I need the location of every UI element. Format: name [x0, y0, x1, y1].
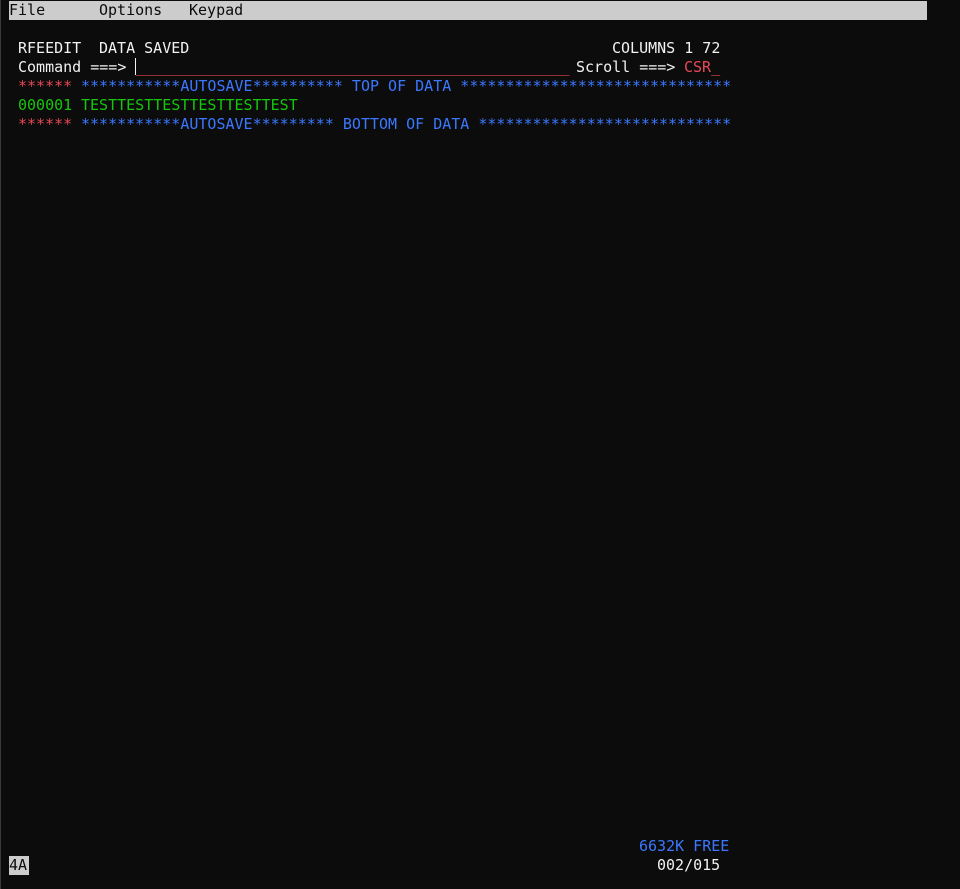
scroll-input[interactable]: CSR_ [684, 58, 720, 77]
bottom-of-data-prefix: ****** [18, 115, 73, 133]
menu-bar: File Options Keypad [9, 1, 927, 20]
top-of-data-prefix: ****** [18, 77, 73, 95]
window-left-border [0, 0, 1, 889]
scroll-label: Scroll ===> [576, 58, 676, 76]
menu-item-keypad[interactable]: Keypad [189, 2, 243, 19]
panel-name: RFEEDIT [18, 39, 82, 57]
command-input[interactable]: ________________________________________… [135, 58, 569, 77]
status-message: DATA SAVED [99, 39, 190, 57]
columns-indicator: COLUMNS 1 72 [612, 39, 721, 57]
bottom-of-data-marker: ***********AUTOSAVE********* BOTTOM OF D… [81, 115, 732, 133]
free-memory-indicator: 6632K FREE [639, 837, 730, 855]
data-line-text[interactable]: TESTTESTTESTTESTTESTTEST [81, 96, 298, 115]
top-of-data-marker: ***********AUTOSAVE********** TOP OF DAT… [81, 77, 732, 95]
menu-item-file[interactable]: File [9, 2, 45, 19]
line-position-indicator: 002/015 [657, 856, 721, 874]
command-input-field[interactable]: ________________________________________… [136, 58, 569, 76]
menu-item-options[interactable]: Options [99, 2, 162, 19]
session-indicator: 4A [9, 856, 30, 875]
line-number[interactable]: 000001 [18, 96, 72, 115]
command-label: Command ===> [18, 58, 127, 76]
